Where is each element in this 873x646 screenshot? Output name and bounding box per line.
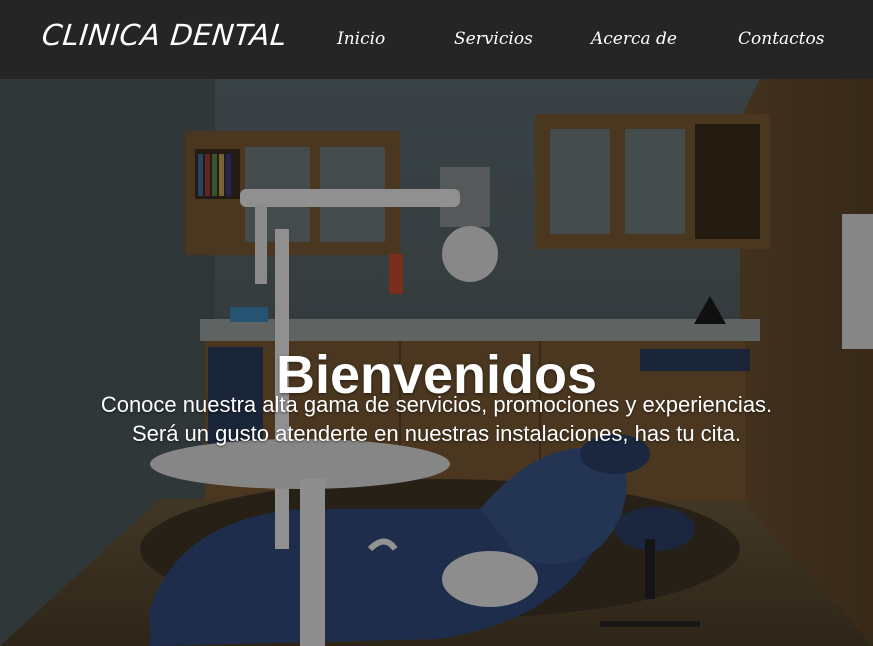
hero-description-line-1: Conoce nuestra alta gama de servicios, p… [100,392,773,417]
hero-section: Bienvenidos Conoce nuestra alta gama de … [0,79,873,646]
top-navbar: CLINICA DENTAL Inicio Servicios Acerca d… [0,0,873,79]
nav-link-acerca-de[interactable]: Acerca de [591,29,677,49]
nav-link-inicio[interactable]: Inicio [337,29,385,49]
brand-logo[interactable]: CLINICA DENTAL [40,18,288,52]
nav-link-servicios[interactable]: Servicios [454,29,533,49]
hero-description-line-2: Será un gusto atenderte en nuestras inst… [131,421,742,446]
hero-description: Conoce nuestra alta gama de servicios, p… [0,390,873,448]
nav-link-contactos[interactable]: Contactos [738,29,824,49]
